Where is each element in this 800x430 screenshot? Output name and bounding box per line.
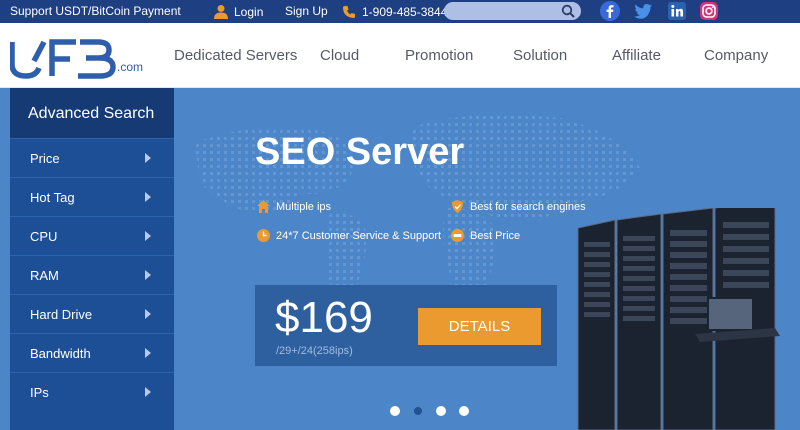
top-bar: Support USDT/BitCoin Payment Login Sign … — [0, 0, 800, 23]
facebook-icon[interactable] — [600, 1, 620, 21]
sidebar-item-hot-tag[interactable]: Hot Tag — [10, 177, 174, 216]
user-icon — [214, 5, 228, 19]
search-input[interactable] — [452, 3, 557, 19]
sidebar-item-label: RAM — [30, 268, 59, 283]
chevron-right-icon — [145, 387, 151, 397]
chevron-right-icon — [145, 231, 151, 241]
login-link[interactable]: Login — [214, 1, 263, 22]
phone-contact: 1-909-485-3844 — [342, 1, 447, 22]
advanced-search-title: Advanced Search — [10, 88, 174, 138]
sidebar-item-label: Hot Tag — [30, 190, 75, 205]
carousel-dot-2[interactable] — [413, 406, 423, 416]
sidebar-item-label: Bandwidth — [30, 346, 91, 361]
search-icon[interactable] — [561, 4, 575, 18]
search-bar — [444, 2, 581, 20]
instagram-icon[interactable] — [699, 1, 719, 21]
support-payment-text: Support USDT/BitCoin Payment — [10, 4, 181, 18]
price-tag-icon — [451, 229, 464, 242]
clock-icon — [257, 229, 270, 242]
ufb-logo-mark — [9, 39, 116, 79]
nav-promotion[interactable]: Promotion — [405, 47, 473, 64]
nav-dedicated-servers[interactable]: Dedicated Servers — [174, 47, 297, 64]
feature-label: Best Price — [470, 229, 521, 242]
chevron-right-icon — [145, 348, 151, 358]
feature-support: 24*7 Customer Service & Support — [256, 228, 441, 243]
phone-number: 1-909-485-3844 — [362, 4, 448, 19]
carousel-dot-3[interactable] — [436, 406, 446, 416]
hero-banner: Advanced Search Price Hot Tag CPU RAM Ha… — [0, 88, 800, 430]
sidebar-item-ips[interactable]: IPs — [10, 372, 174, 411]
details-button[interactable]: DETAILS — [418, 308, 541, 345]
home-icon — [257, 200, 270, 213]
feature-best-price: Best Price — [450, 228, 520, 243]
sidebar-item-label: Price — [30, 151, 60, 166]
sidebar-item-label: CPU — [30, 229, 58, 244]
carousel-dots — [390, 406, 469, 416]
phone-icon — [343, 5, 355, 18]
hero-title: SEO Server — [255, 131, 465, 173]
feature-label: Multiple ips — [276, 200, 332, 213]
advanced-search-sidebar: Advanced Search Price Hot Tag CPU RAM Ha… — [10, 88, 174, 430]
login-label: Login — [234, 4, 264, 19]
feature-label: 24*7 Customer Service & Support — [276, 229, 442, 242]
sidebar-item-bandwidth[interactable]: Bandwidth — [10, 333, 174, 372]
shield-icon — [452, 200, 463, 213]
carousel-dot-1[interactable] — [390, 406, 400, 416]
chevron-right-icon — [145, 192, 151, 202]
twitter-icon[interactable] — [633, 1, 653, 21]
carousel-dot-4[interactable] — [459, 406, 469, 416]
feature-multiple-ips: Multiple ips — [256, 199, 331, 214]
linkedin-icon[interactable] — [667, 1, 687, 21]
nav-cloud[interactable]: Cloud — [320, 47, 359, 64]
chevron-right-icon — [145, 309, 151, 319]
server-racks-image — [577, 208, 780, 430]
nav-affiliate[interactable]: Affiliate — [612, 47, 661, 64]
chevron-right-icon — [145, 270, 151, 280]
logo-domain: .com — [117, 60, 144, 74]
price-box: $169 /29+/24(258ips) DETAILS — [255, 285, 557, 366]
chevron-right-icon — [145, 153, 151, 163]
sidebar-item-label: IPs — [30, 385, 49, 400]
hero-price-detail: /29+/24(258ips) — [276, 345, 353, 357]
sidebar-item-ram[interactable]: RAM — [10, 255, 174, 294]
sidebar-item-hard-drive[interactable]: Hard Drive — [10, 294, 174, 333]
signup-link[interactable]: Sign Up — [285, 4, 328, 18]
main-header: .com Dedicated Servers Cloud Promotion S… — [0, 23, 800, 88]
hero-price: $169 — [275, 293, 373, 342]
nav-solution[interactable]: Solution — [513, 47, 567, 64]
nav-company[interactable]: Company — [704, 47, 768, 64]
ufb-logo[interactable]: .com — [9, 39, 145, 79]
sidebar-item-price[interactable]: Price — [10, 138, 174, 177]
feature-search-engines: Best for search engines — [450, 199, 586, 214]
feature-label: Best for search engines — [470, 200, 586, 213]
sidebar-item-label: Hard Drive — [30, 307, 93, 322]
sidebar-item-cpu[interactable]: CPU — [10, 216, 174, 255]
